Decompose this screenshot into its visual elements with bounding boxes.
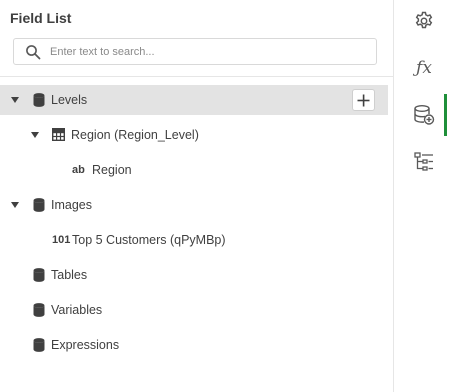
tree-label: Top 5 Customers (qPyMBp) bbox=[72, 233, 226, 247]
data-sources-button[interactable] bbox=[402, 94, 447, 136]
tree-label: Variables bbox=[51, 303, 103, 317]
expressions-button[interactable]: ƒx bbox=[402, 47, 446, 89]
tree-label: Region bbox=[92, 163, 132, 177]
tree-row-region[interactable]: ab Region bbox=[0, 155, 388, 185]
search-input[interactable] bbox=[50, 45, 370, 58]
gear-icon bbox=[415, 11, 433, 29]
tree-row-top5[interactable]: 101 Top 5 Customers (qPyMBp) bbox=[0, 225, 388, 255]
database-icon bbox=[33, 93, 45, 107]
database-icon bbox=[33, 338, 45, 352]
tree-row-levels[interactable]: Levels bbox=[0, 85, 388, 115]
database-icon bbox=[33, 268, 45, 282]
field-list-panel: Field List Levels Region (Region_Level) … bbox=[0, 0, 393, 392]
settings-button[interactable] bbox=[402, 0, 446, 42]
numeric-field-tag: 101 bbox=[52, 234, 71, 246]
plus-icon bbox=[357, 94, 370, 106]
tree-label: Expressions bbox=[51, 338, 120, 352]
tree-row-tables[interactable]: Tables bbox=[0, 260, 388, 290]
caret-down-icon[interactable] bbox=[10, 95, 20, 105]
fx-icon: ƒx bbox=[416, 58, 432, 78]
hierarchy-icon bbox=[414, 152, 433, 171]
divider bbox=[0, 76, 393, 77]
tree-row-images[interactable]: Images bbox=[0, 190, 388, 220]
hierarchy-button[interactable] bbox=[402, 141, 446, 183]
sidebar-separator bbox=[393, 0, 394, 392]
database-add-icon bbox=[414, 105, 435, 125]
tree-row-region-level[interactable]: Region (Region_Level) bbox=[0, 120, 388, 150]
table-grid-icon bbox=[51, 127, 66, 142]
tree-label: Tables bbox=[51, 268, 88, 282]
add-button[interactable] bbox=[352, 89, 375, 111]
caret-down-icon[interactable] bbox=[10, 200, 20, 210]
caret-down-icon[interactable] bbox=[30, 130, 40, 140]
search-box[interactable] bbox=[13, 38, 377, 65]
text-field-tag: ab bbox=[72, 164, 85, 176]
panel-title: Field List bbox=[10, 10, 72, 26]
search-icon bbox=[23, 42, 43, 62]
tree-row-expressions[interactable]: Expressions bbox=[0, 330, 388, 360]
database-icon bbox=[33, 198, 45, 212]
database-icon bbox=[33, 303, 45, 317]
tree-label: Levels bbox=[51, 93, 88, 107]
tree-label: Images bbox=[51, 198, 92, 212]
tree-row-variables[interactable]: Variables bbox=[0, 295, 388, 325]
tree-label: Region (Region_Level) bbox=[71, 128, 199, 142]
